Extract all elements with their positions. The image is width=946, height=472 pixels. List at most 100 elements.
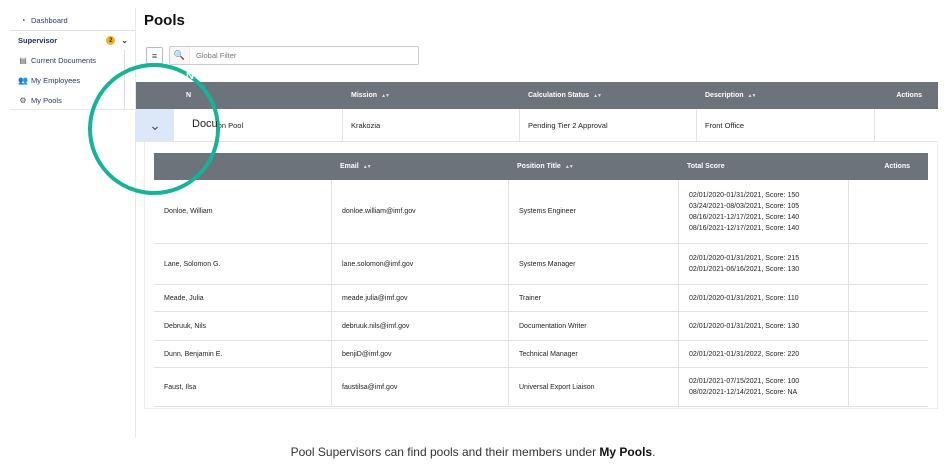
header-actions: Actions <box>896 92 922 99</box>
sidebar-item-label: Dashboard <box>31 15 68 25</box>
page-title: Pools <box>144 12 185 29</box>
header-label: Calculation Status <box>528 92 590 99</box>
description-cell: Front Office <box>697 109 875 142</box>
header-description[interactable]: Description ▲▼ <box>705 92 885 99</box>
pools-table: N Mission ▲▼ Calculation Status ▲▼ Descrip… <box>136 82 938 142</box>
notification-badge: 2 <box>106 36 116 45</box>
chevron-down-icon[interactable]: ⌄ <box>121 36 128 45</box>
members-table-body: Donloe, William donloe.william@imf.gov Sys… <box>154 180 928 407</box>
score-line: 02/01/2020-01/31/2021, Score: 215 <box>689 255 800 262</box>
sort-icon: ▲▼ <box>381 93 390 99</box>
sidebar-item-dashboard[interactable]: ◔ Dashboard <box>10 10 136 30</box>
sidebar-item-current-documents[interactable]: ▤ Current Documents <box>10 50 124 70</box>
chevron-down-icon: ⌄ <box>149 117 161 133</box>
score-list: 02/01/2020-01/31/2021, Score: 110 <box>689 294 799 303</box>
sidebar-item-supervisor[interactable]: Supervisor 2 ⌄ <box>10 30 136 50</box>
calculation-status-cell: Pending Tier 2 Approval <box>520 109 697 142</box>
magnified-pool-name: Docu <box>192 118 218 130</box>
member-position-cell: Technical Manager <box>509 341 679 367</box>
member-position-cell: Systems Engineer <box>509 180 679 243</box>
score-list: 02/01/2020-01/31/2021, Score: 150 03/24/2… <box>689 191 799 233</box>
member-email-cell: lane.solomon@imf.gov <box>332 244 509 284</box>
header-position-title[interactable]: Position Title ▲▼ <box>509 163 679 170</box>
caption-bold: My Pools <box>599 445 653 459</box>
header-mission[interactable]: Mission ▲▼ <box>351 92 528 99</box>
search-icon: 🔍 <box>170 47 190 64</box>
table-row[interactable]: Donloe, William donloe.william@imf.gov Sys… <box>154 180 928 244</box>
score-line: 02/01/2021-01/31/2022, Score: 220 <box>689 350 800 358</box>
member-name-cell: Debruuk, Nils <box>154 312 332 340</box>
sidebar-item-label: Current Documents <box>31 55 97 65</box>
sort-icon: ▲▼ <box>593 93 602 99</box>
sidebar-item-my-employees[interactable]: 👥 My Employees <box>10 70 124 90</box>
member-actions-cell <box>849 285 928 311</box>
score-list: 02/01/2021-07/15/2021, Score: 100 08/02/2… <box>689 377 799 397</box>
score-line: 03/24/2021-08/03/2021, Score: 105 <box>689 202 800 210</box>
member-score-cell: 02/01/2020-01/31/2021, Score: 150 03/24/2… <box>679 180 849 243</box>
member-name-cell: Faust, Ilsa <box>154 368 332 406</box>
score-list: 02/01/2021-01/31/2022, Score: 220 <box>689 350 799 359</box>
member-position-cell: Universal Export Liaison <box>509 368 679 406</box>
table-row[interactable]: Lane, Solomon G. lane.solomon@imf.gov Syst… <box>154 244 928 285</box>
member-name-cell: Meade, Julia <box>154 285 332 311</box>
global-filter-input[interactable] <box>190 51 410 60</box>
header-label: Email <box>340 163 359 170</box>
table-row[interactable]: ⌄ Docuon Pool Krakozia Pending Tier 2 Ap… <box>136 109 938 142</box>
member-email-cell: benjiD@imf.gov <box>332 341 509 367</box>
sidebar-item-label: My Pools <box>31 95 62 105</box>
score-line: 02/01/2021-07/15/2021, Score: 100 <box>689 378 800 385</box>
member-score-cell: 02/01/2021-07/15/2021, Score: 100 08/02/2… <box>679 368 849 406</box>
header-label: Description <box>705 92 744 99</box>
score-list: 02/01/2020-01/31/2021, Score: 215 02/01/2… <box>689 254 799 274</box>
score-line: 02/01/2020-01/31/2021, Score: 150 <box>689 191 800 199</box>
header-label: Mission <box>351 92 378 99</box>
sidebar-border <box>135 8 136 438</box>
member-position-cell: Documentation Writer <box>509 312 679 340</box>
supervisor-submenu: ▤ Current Documents 👥 My Employees ⚙ My … <box>10 50 125 110</box>
member-actions-cell <box>849 368 928 406</box>
users-icon: 👥 <box>18 75 28 85</box>
table-row[interactable]: Faust, Ilsa faustilsa@imf.gov Universal Ex… <box>154 368 928 407</box>
gears-icon: ⚙ <box>19 95 27 105</box>
sort-icon: ▲▼ <box>564 164 574 170</box>
mission-cell: Krakozia <box>343 109 520 142</box>
score-line: 02/01/2020-01/31/2021, Score: 130 <box>689 322 800 330</box>
sidebar-item-label: Supervisor <box>18 36 58 45</box>
sidebar-item-my-pools[interactable]: ⚙ My Pools <box>10 90 124 110</box>
toolbar: ≡ 🔍 <box>146 46 419 65</box>
sort-icon: ▲▼ <box>747 93 757 99</box>
table-row[interactable]: Dunn, Benjamin E. benjiD@imf.gov Technical… <box>154 341 928 368</box>
table-row[interactable]: Meade, Julia meade.julia@imf.gov Trainer 02… <box>154 285 928 312</box>
sort-icon: ▲▼ <box>362 164 372 170</box>
member-actions-cell <box>849 180 928 243</box>
score-list: 02/01/2020-01/31/2021, Score: 130 <box>689 322 799 331</box>
dashboard-icon: ◔ <box>20 15 26 25</box>
member-email-cell: donloe.william@imf.gov <box>332 180 509 243</box>
table-row[interactable]: Debruuk, Nils debruuk.nils@imf.gov Documen… <box>154 312 928 341</box>
magnified-header-name: N <box>186 70 194 82</box>
pools-table-header: N Mission ▲▼ Calculation Status ▲▼ Descrip… <box>136 82 938 109</box>
header-name[interactable]: N <box>174 92 351 99</box>
header-total-score: Total Score <box>687 163 725 170</box>
header-email[interactable]: Email ▲▼ <box>332 163 509 170</box>
chart-icon: ▤ <box>19 55 27 65</box>
score-line: 08/16/2021-12/17/2021, Score: 140 <box>689 224 800 232</box>
caption-text: Pool Supervisors can find pools and thei… <box>290 445 600 459</box>
member-email-cell: debruuk.nils@imf.gov <box>332 312 509 340</box>
header-calculation-status[interactable]: Calculation Status ▲▼ <box>528 92 705 99</box>
members-table-header: Email ▲▼ Position Title ▲▼ Total Score Act… <box>154 153 928 180</box>
sidebar-item-label: My Employees <box>31 75 81 85</box>
score-line: 02/01/2021-06/16/2021, Score: 130 <box>689 266 800 273</box>
member-actions-cell <box>849 244 928 284</box>
member-position-cell: Systems Manager <box>509 244 679 284</box>
score-line: 08/16/2021-12/17/2021, Score: 140 <box>689 213 800 221</box>
member-score-cell: 02/01/2020-01/31/2021, Score: 215 02/01/2… <box>679 244 849 284</box>
global-filter: 🔍 <box>169 46 419 65</box>
member-email-cell: meade.julia@imf.gov <box>332 285 509 311</box>
score-line: 08/02/2021-12/14/2021, Score: NA <box>689 389 798 396</box>
header-actions: Actions <box>884 163 910 170</box>
column-toggle-button[interactable]: ≡ <box>146 47 163 64</box>
expand-row-button[interactable]: ⌄ <box>136 109 174 142</box>
member-score-cell: 02/01/2020-01/31/2021, Score: 110 <box>679 285 849 311</box>
member-actions-cell <box>849 341 928 367</box>
